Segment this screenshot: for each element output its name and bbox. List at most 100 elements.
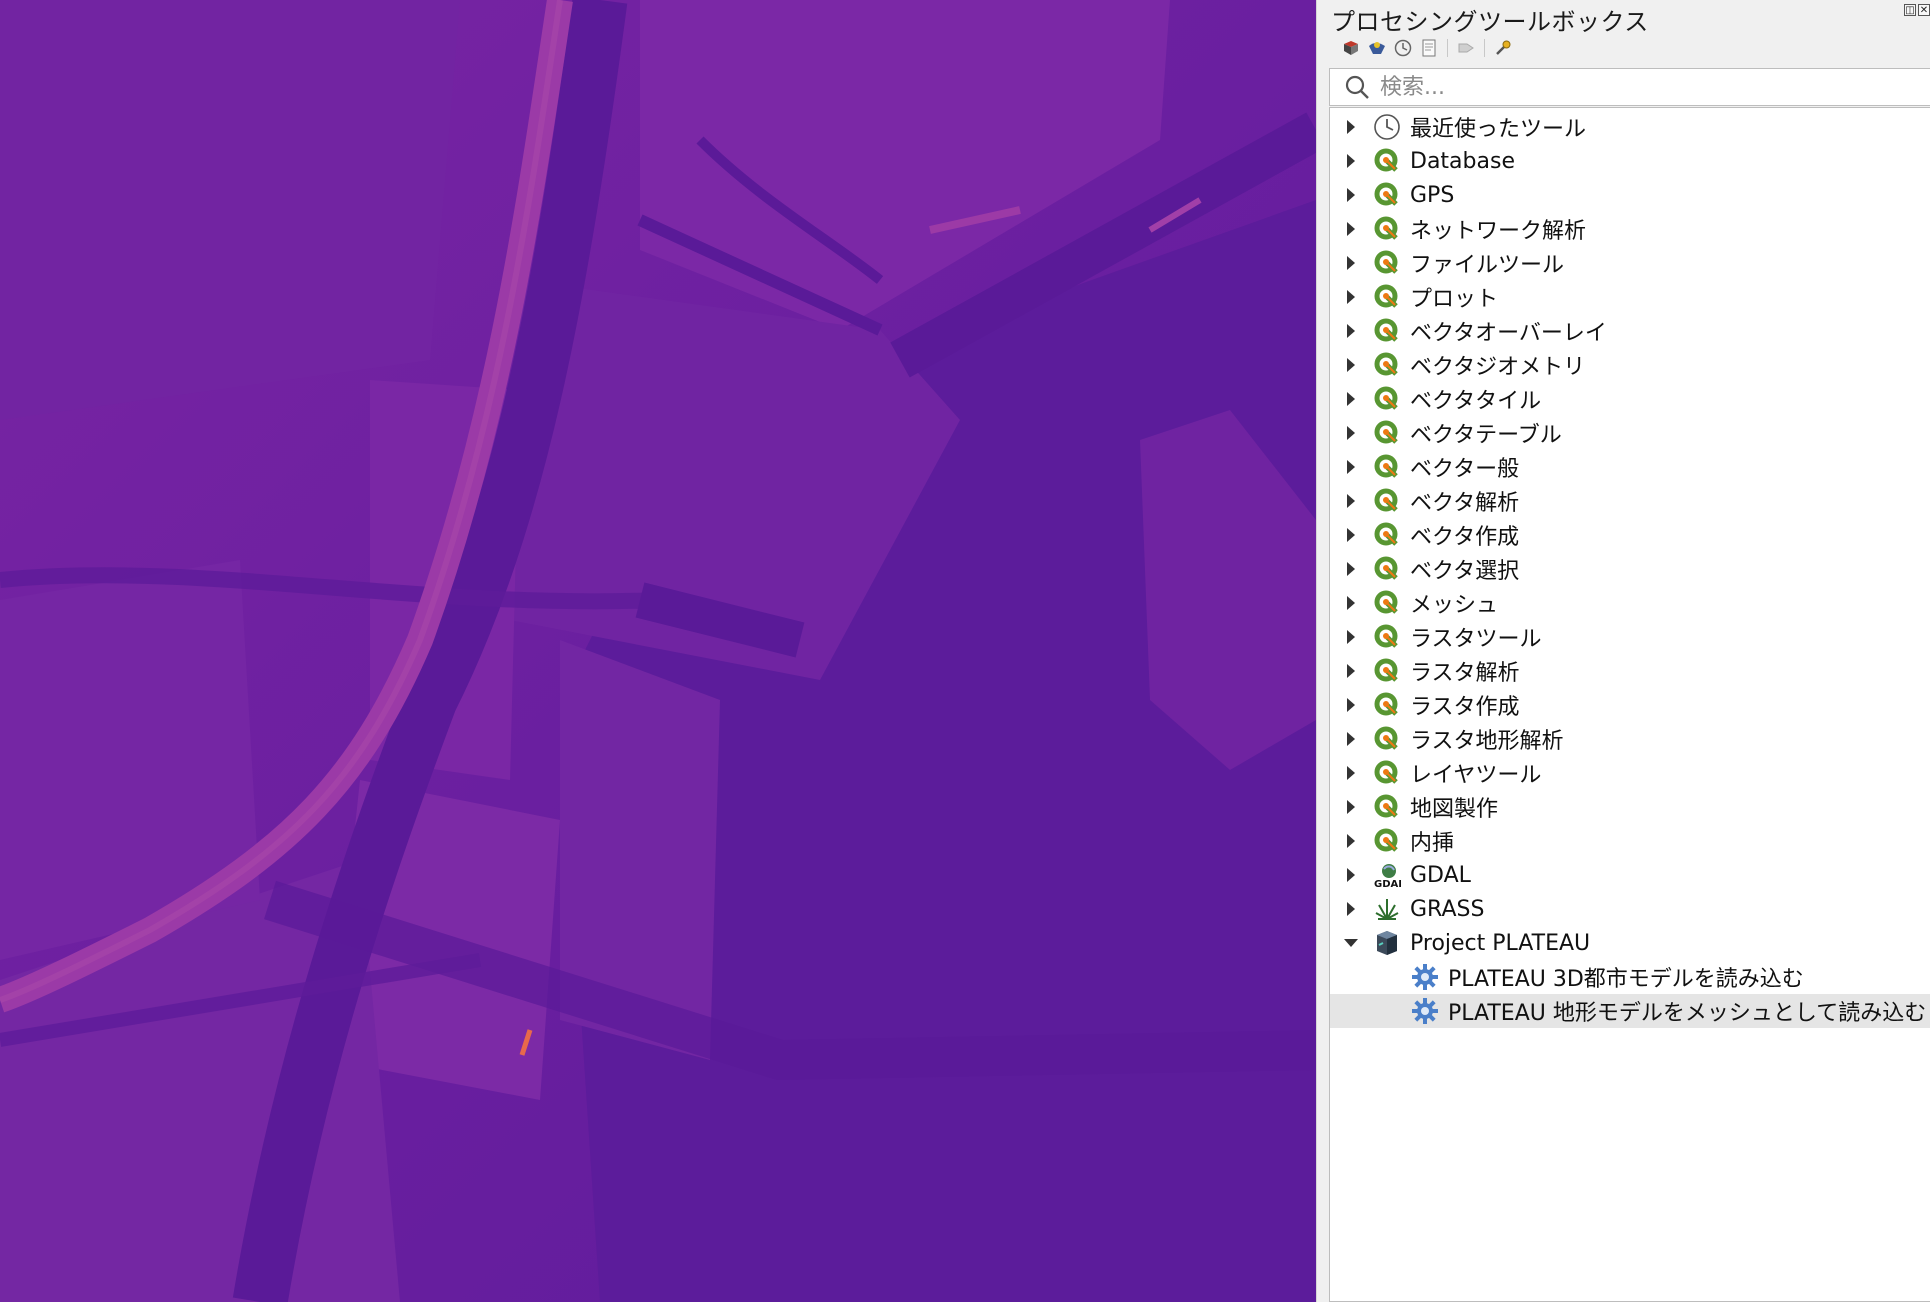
tree-group-label: Database: [1410, 148, 1515, 174]
results-icon[interactable]: [1417, 36, 1441, 60]
options-icon[interactable]: [1491, 36, 1515, 60]
tree-group-label: ネットワーク解析: [1410, 219, 1587, 244]
tree-group-row[interactable]: Project PLATEAU: [1330, 926, 1930, 960]
search-input[interactable]: [1378, 73, 1930, 101]
qgis-icon: [1370, 484, 1404, 518]
qgis-icon: [1370, 450, 1404, 484]
expand-arrow-icon[interactable]: [1334, 314, 1368, 348]
tree-group-row[interactable]: GRASS: [1330, 892, 1930, 926]
tree-group-label: ベクタオーバーレイ: [1410, 321, 1607, 346]
expand-arrow-icon[interactable]: [1334, 722, 1368, 756]
expand-arrow-icon[interactable]: [1334, 348, 1368, 382]
expand-arrow-icon[interactable]: [1334, 212, 1368, 246]
expand-arrow-icon[interactable]: [1334, 552, 1368, 586]
models-icon[interactable]: [1339, 36, 1363, 60]
qgis-icon: [1370, 552, 1404, 586]
expand-arrow-icon[interactable]: [1334, 450, 1368, 484]
tree-group-label: レイヤツール: [1410, 763, 1542, 788]
expand-arrow-icon[interactable]: [1334, 178, 1368, 212]
expand-arrow-icon[interactable]: [1334, 484, 1368, 518]
expand-arrow-icon[interactable]: [1334, 110, 1368, 144]
expand-arrow-icon[interactable]: [1334, 756, 1368, 790]
tree-group-row[interactable]: ベクタ選択: [1330, 552, 1930, 586]
tree-group-row[interactable]: 地図製作: [1330, 790, 1930, 824]
processing-toolbox-panel: プロセシングツールボックス ◫ ✕ 最近使ったツールData: [1325, 0, 1930, 1302]
qgis-icon: [1370, 620, 1404, 654]
expand-arrow-icon[interactable]: [1334, 892, 1368, 926]
expand-arrow-icon[interactable]: [1334, 144, 1368, 178]
qgis-icon: [1370, 790, 1404, 824]
scripts-icon[interactable]: [1365, 36, 1389, 60]
expand-arrow-icon[interactable]: [1334, 280, 1368, 314]
tree-group-row[interactable]: ベクタ解析: [1330, 484, 1930, 518]
tree-group-label: ベクタ選択: [1410, 559, 1520, 584]
tree-group-row[interactable]: Database: [1330, 144, 1930, 178]
tree-group-row[interactable]: ベクタオーバーレイ: [1330, 314, 1930, 348]
qgis-icon: [1370, 178, 1404, 212]
tree-group-row[interactable]: ベクタタイル: [1330, 382, 1930, 416]
tree-group-label: ラスタ解析: [1410, 661, 1520, 686]
tree-group-row[interactable]: ラスタ作成: [1330, 688, 1930, 722]
collapse-arrow-icon[interactable]: [1334, 926, 1368, 960]
qgis-icon: [1370, 280, 1404, 314]
qgis-icon: [1370, 348, 1404, 382]
tree-group-row[interactable]: ネットワーク解析: [1330, 212, 1930, 246]
tree-group-row[interactable]: ラスタ解析: [1330, 654, 1930, 688]
tree-group-row[interactable]: ベクター般: [1330, 450, 1930, 484]
close-panel-button[interactable]: ✕: [1918, 4, 1930, 16]
tree-algorithm-label: PLATEAU 地形モデルをメッシュとして読み込む: [1448, 1001, 1927, 1026]
search-icon: [1340, 70, 1374, 104]
tree-group-label: Project PLATEAU: [1410, 930, 1591, 956]
expand-arrow-icon[interactable]: [1334, 688, 1368, 722]
expand-arrow-icon[interactable]: [1334, 824, 1368, 858]
tree-group-label: GPS: [1410, 182, 1455, 208]
toolbar-separator: [1484, 39, 1485, 57]
expand-arrow-icon[interactable]: [1334, 858, 1368, 892]
tree-group-row[interactable]: レイヤツール: [1330, 756, 1930, 790]
expand-arrow-icon[interactable]: [1334, 246, 1368, 280]
expand-arrow-icon[interactable]: [1334, 518, 1368, 552]
expand-arrow-icon[interactable]: [1334, 586, 1368, 620]
tree-group-row[interactable]: ラスタツール: [1330, 620, 1930, 654]
tree-group-row[interactable]: 内挿: [1330, 824, 1930, 858]
algorithm-tree[interactable]: 最近使ったツール Database GPS ネットワーク解析 ファイルツール プロットベク…: [1329, 107, 1930, 1302]
tree-group-row[interactable]: ラスタ地形解析: [1330, 722, 1930, 756]
svg-text:GDAL: GDAL: [1374, 879, 1401, 889]
expand-arrow-icon[interactable]: [1334, 416, 1368, 450]
tree-group-row[interactable]: ベクタテーブル: [1330, 416, 1930, 450]
tree-group-row[interactable]: GDAL GDAL: [1330, 858, 1930, 892]
float-panel-button[interactable]: ◫: [1904, 4, 1916, 16]
qgis-icon: [1370, 722, 1404, 756]
expand-arrow-icon[interactable]: [1334, 654, 1368, 688]
qgis-icon: [1370, 416, 1404, 450]
tree-algorithm-row[interactable]: PLATEAU 3D都市モデルを読み込む: [1330, 960, 1930, 994]
map-canvas[interactable]: [0, 0, 1316, 1302]
tree-group-row[interactable]: GPS: [1330, 178, 1930, 212]
qgis-icon: [1370, 688, 1404, 722]
tree-group-row[interactable]: メッシュ: [1330, 586, 1930, 620]
tree-group-row[interactable]: プロット: [1330, 280, 1930, 314]
tree-group-label: ラスタ地形解析: [1410, 729, 1564, 754]
tree-group-row[interactable]: 最近使ったツール: [1330, 110, 1930, 144]
tree-group-label: ベクター般: [1410, 457, 1520, 482]
expand-arrow-icon[interactable]: [1334, 620, 1368, 654]
tree-group-row[interactable]: ファイルツール: [1330, 246, 1930, 280]
tree-group-label: メッシュ: [1410, 593, 1499, 618]
expand-arrow-icon[interactable]: [1334, 790, 1368, 824]
tree-group-label: プロット: [1410, 287, 1499, 312]
history-icon[interactable]: [1391, 36, 1415, 60]
raster-layer: [0, 0, 1316, 1302]
tree-group-row[interactable]: ベクタ作成: [1330, 518, 1930, 552]
tree-group-label: ファイルツール: [1410, 253, 1565, 278]
expand-arrow-icon[interactable]: [1334, 382, 1368, 416]
tree-group-label: GRASS: [1410, 896, 1485, 922]
grass-icon: [1370, 892, 1404, 926]
dock-splitter[interactable]: [1316, 0, 1325, 1302]
search-box[interactable]: [1329, 68, 1930, 106]
tree-group-label: ベクタ解析: [1410, 491, 1520, 516]
edit-in-place-icon[interactable]: [1454, 36, 1478, 60]
tree-group-label: 地図製作: [1410, 797, 1499, 822]
tree-algorithm-row[interactable]: PLATEAU 地形モデルをメッシュとして読み込む: [1330, 994, 1930, 1028]
qgis-icon: [1370, 382, 1404, 416]
tree-group-row[interactable]: ベクタジオメトリ: [1330, 348, 1930, 382]
